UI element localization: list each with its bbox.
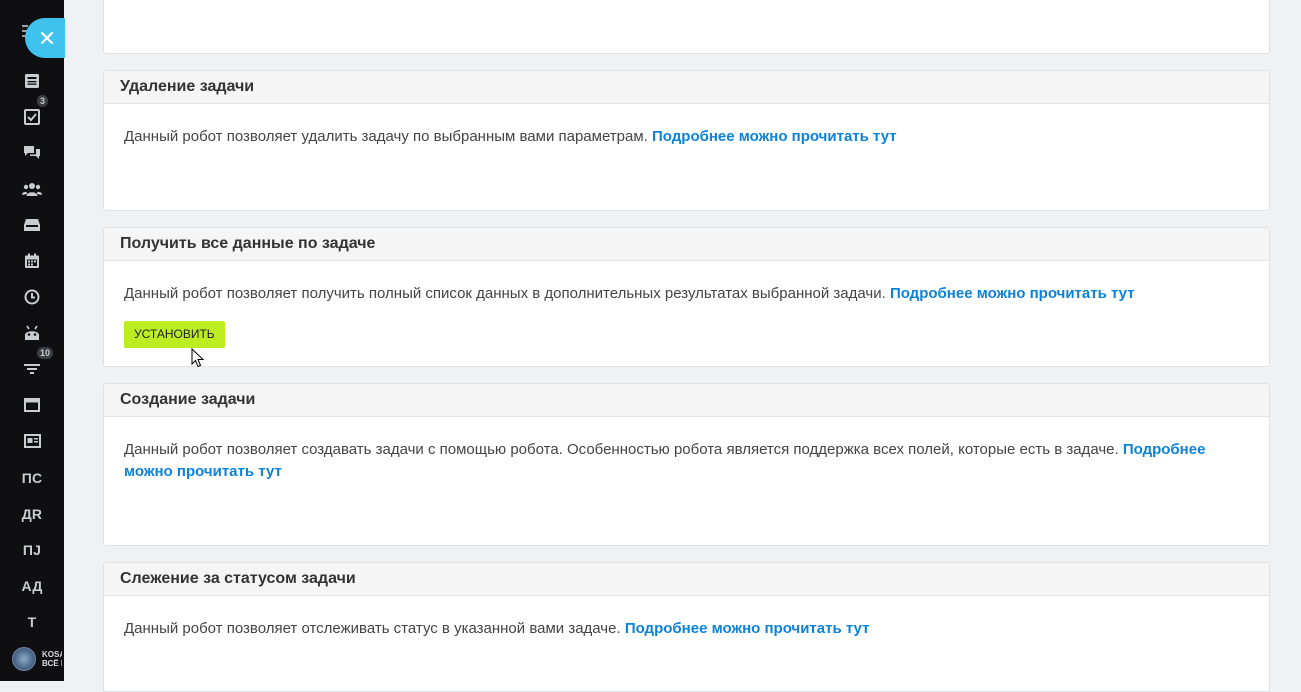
sidebar-item-feed[interactable] xyxy=(0,66,64,96)
sidebar-item-time[interactable] xyxy=(0,282,64,312)
left-sidebar: 3 10 ПС ДR ПЈ АД Т KOS ВСЁ xyxy=(0,0,65,681)
card-description: Данный робот позволяет создавать задачи … xyxy=(124,441,1119,458)
sidebar-item-ad[interactable]: АД xyxy=(0,571,64,601)
footer-line-1: KOSA xyxy=(42,650,62,659)
more-info-link[interactable]: Подробнее можно прочитать тут xyxy=(652,128,897,145)
card-title: Удаление задачи xyxy=(104,71,1269,104)
browser-window-icon xyxy=(24,398,40,412)
sidebar-item-label: Т xyxy=(27,614,37,630)
robot-card-track-task-status: Слежение за статусом задачи Данный робот… xyxy=(103,562,1270,692)
sidebar-footer-text: KOSA ВСЁ Н xyxy=(42,650,62,668)
sidebar-footer[interactable]: KOSA ВСЁ Н xyxy=(12,646,62,672)
sidebar-item-dr[interactable]: ДR xyxy=(0,499,64,529)
robot-card-partial xyxy=(103,0,1270,54)
sidebar-item-label: ПС xyxy=(21,470,43,486)
sidebar-item-label: ДR xyxy=(21,506,43,522)
card-title: Слежение за статусом задачи xyxy=(104,563,1269,596)
more-info-link[interactable]: Подробнее можно прочитать тут xyxy=(625,620,870,637)
newspaper-icon xyxy=(25,74,39,88)
robot-card-get-task-data: Получить все данные по задаче Данный роб… xyxy=(103,227,1270,367)
mouse-cursor-icon xyxy=(191,348,205,368)
sidebar-item-tasks[interactable]: 3 xyxy=(0,95,64,132)
robot-card-delete-task: Удаление задачи Данный робот позволяет у… xyxy=(103,70,1270,211)
install-button[interactable]: Установить xyxy=(124,321,225,348)
sidebar-item-groups[interactable] xyxy=(0,174,64,204)
sidebar-item-window[interactable] xyxy=(0,390,64,420)
close-icon xyxy=(41,32,53,44)
sidebar-item-contacts[interactable] xyxy=(0,426,64,456)
footer-line-2: ВСЁ Н xyxy=(42,659,62,668)
sidebar-item-label: АД xyxy=(21,578,43,594)
card-description: Данный робот позволяет отслеживать стату… xyxy=(124,620,621,637)
card-description: Данный робот позволяет получить полный с… xyxy=(124,285,886,302)
filter-lines-icon xyxy=(24,364,40,374)
more-info-link[interactable]: Подробнее можно прочитать тут xyxy=(890,285,1135,302)
card-body: Данный робот позволяет создавать задачи … xyxy=(104,417,1269,483)
sidebar-item-ps[interactable]: ПС xyxy=(0,463,64,493)
card-body: Данный робот позволяет отслеживать стату… xyxy=(104,596,1269,640)
sidebar-item-chats[interactable] xyxy=(0,138,64,168)
chat-bubbles-icon xyxy=(24,146,40,159)
sidebar-item-t[interactable]: Т xyxy=(0,607,64,637)
company-logo-icon xyxy=(12,647,36,671)
sidebar-item-label: ПЈ xyxy=(22,542,42,558)
task-check-icon xyxy=(24,109,40,125)
close-panel-button[interactable] xyxy=(25,18,65,58)
clock-icon xyxy=(24,289,40,305)
sidebar-item-filters[interactable]: 10 xyxy=(0,347,64,384)
tasks-count-badge: 3 xyxy=(37,95,49,107)
contact-card-icon xyxy=(23,434,41,448)
filters-count-badge: 10 xyxy=(37,347,54,359)
sidebar-item-robots[interactable] xyxy=(0,318,64,348)
inbox-tray-icon xyxy=(24,219,40,231)
sidebar-item-inbox[interactable] xyxy=(0,210,64,240)
card-body: Данный робот позволяет получить полный с… xyxy=(104,261,1269,348)
robot-icon xyxy=(25,325,39,340)
calendar-icon xyxy=(25,253,39,268)
users-group-icon xyxy=(22,183,42,196)
card-title: Получить все данные по задаче xyxy=(104,228,1269,261)
sidebar-item-pj[interactable]: ПЈ xyxy=(0,535,64,565)
sidebar-item-calendar[interactable] xyxy=(0,246,64,276)
card-description: Данный робот позволяет удалить задачу по… xyxy=(124,128,648,145)
robot-card-create-task: Создание задачи Данный робот позволяет с… xyxy=(103,383,1270,546)
card-body: Данный робот позволяет удалить задачу по… xyxy=(104,104,1269,148)
card-title: Создание задачи xyxy=(104,384,1269,417)
